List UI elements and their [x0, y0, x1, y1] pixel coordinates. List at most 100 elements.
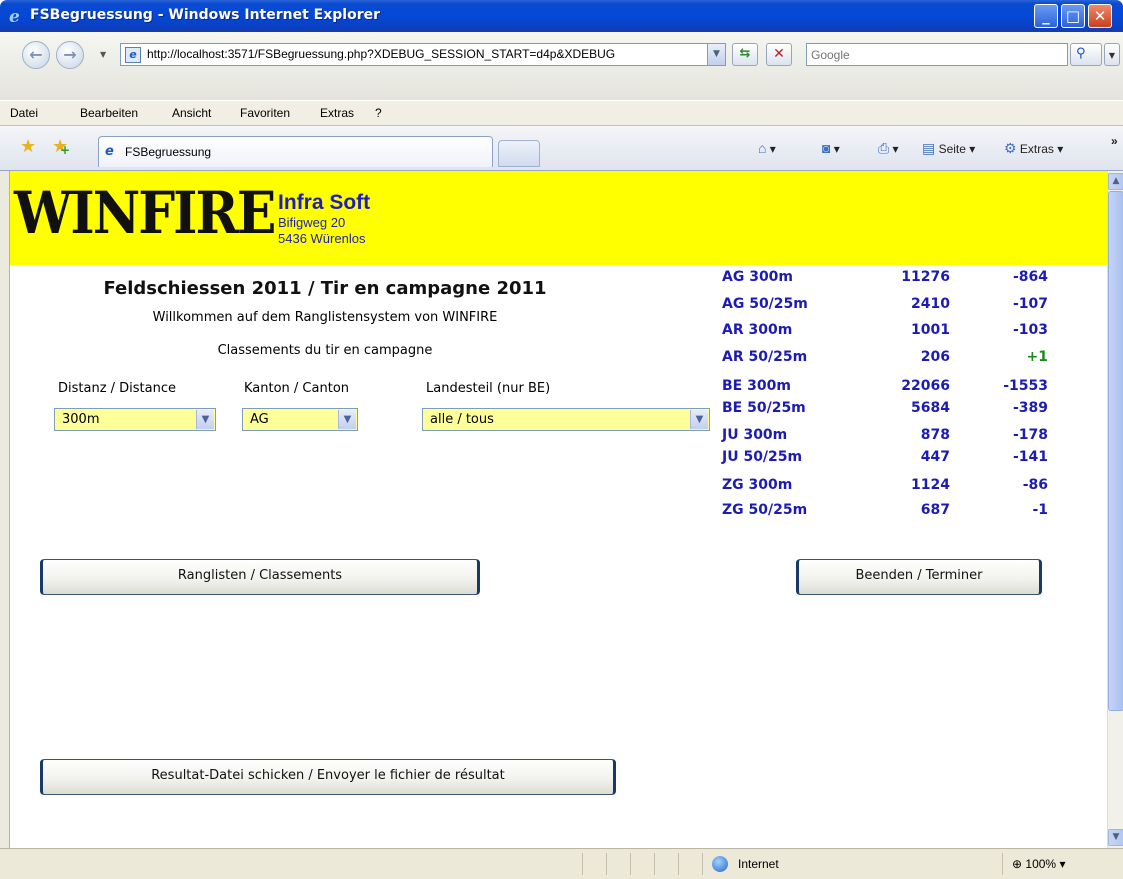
home-icon: ⌂ [758, 140, 767, 156]
status-separator [654, 853, 655, 875]
send-results-button-label: Resultat-Datei schicken / Envoyer le fic… [151, 768, 505, 783]
close-button[interactable]: ✕ [1088, 4, 1112, 28]
page-icon: ▤ [922, 140, 936, 156]
print-button[interactable]: ⎙ ▾ [878, 140, 899, 157]
stat-row: JU 50/25m 447 -141 [722, 449, 1048, 465]
chevron-down-icon[interactable]: ▼ [196, 410, 214, 429]
exit-button-label: Beenden / Terminer [855, 568, 983, 583]
vertical-scrollbar[interactable]: ▲ ▼ [1107, 171, 1123, 848]
url-field[interactable]: e http://localhost:3571/FSBegruessung.ph… [120, 43, 726, 66]
minimize-button[interactable]: _ [1034, 4, 1058, 28]
send-results-button[interactable]: Resultat-Datei schicken / Envoyer le fic… [40, 759, 616, 795]
close-icon: ✕ [1093, 7, 1107, 25]
stat-row: AR 300m 1001 -103 [722, 322, 1048, 338]
internet-explorer-icon: e [8, 7, 26, 27]
stat-row: BE 50/25m 5684 -389 [722, 400, 1048, 416]
page-menu-button[interactable]: ▤ Seite ▾ [922, 140, 975, 157]
rss-feed-icon: ◙ [822, 140, 831, 156]
distance-value: 300m [62, 412, 100, 427]
company-city: 5436 Würenlos [278, 231, 366, 246]
menu-bar: Datei Bearbeiten Ansicht Favoriten Extra… [0, 100, 1123, 126]
distance-label: Distanz / Distance [58, 381, 177, 396]
menu-tools[interactable]: Extras [320, 106, 354, 120]
zoom-level[interactable]: ⊕ 100% ▾ [1012, 857, 1065, 871]
menu-favorites[interactable]: Favoriten [240, 106, 290, 120]
stat-row: BE 300m 22066 -1553 [722, 378, 1048, 394]
scroll-thumb[interactable] [1108, 191, 1123, 711]
search-field[interactable] [806, 43, 1068, 66]
menu-help[interactable]: ? [375, 106, 382, 120]
canton-value: AG [250, 412, 269, 427]
rankings-subtitle: Classements du tir en campagne [217, 343, 433, 358]
search-input[interactable] [811, 46, 1061, 63]
chevron-down-icon[interactable]: ▼ [338, 410, 356, 429]
svg-text:e: e [9, 7, 20, 25]
region-value: alle / tous [430, 412, 494, 427]
distance-select[interactable]: 300m ▼ [54, 408, 216, 431]
stat-row: ZG 300m 1124 -86 [722, 477, 1048, 493]
stat-row: AR 50/25m 206 +1 [722, 349, 1048, 365]
company-name: Infra Soft [278, 191, 371, 214]
page-title: Feldschiessen 2011 / Tir en campagne 201… [103, 278, 547, 299]
zoom-icon: ⊕ [1012, 857, 1023, 871]
stat-row: AG 50/25m 2410 -107 [722, 296, 1048, 312]
search-button[interactable]: ⚲ [1070, 43, 1102, 66]
search-icon: ⚲ [1076, 46, 1086, 61]
favorites-star-icon[interactable]: ★ [20, 136, 36, 157]
history-dropdown-icon[interactable]: ▼ [100, 50, 106, 59]
scroll-down-icon[interactable]: ▼ [1108, 829, 1123, 846]
maximize-button[interactable]: □ [1061, 4, 1085, 28]
menu-file[interactable]: Datei [10, 106, 38, 120]
tab-bar: ★ ★ + e FSBegruessung ⌂ ▾ ◙ ▾ ⎙ ▾ ▤ Seite… [0, 126, 1123, 171]
rankings-button-label: Ranglisten / Classements [177, 568, 343, 583]
status-separator [1002, 853, 1003, 875]
canton-label: Kanton / Canton [244, 381, 350, 396]
status-bar: Internet ⊕ 100% ▾ [0, 848, 1123, 879]
url-dropdown-icon[interactable]: ▼ [707, 44, 725, 65]
page-viewport: WINFIRE Infra Soft Bifigweg 20 5436 Würe… [10, 171, 1107, 848]
stat-row: JU 300m 878 -178 [722, 427, 1048, 443]
chevron-more-icon[interactable]: » [1111, 134, 1118, 148]
window-titlebar: e FSBegruessung - Windows Internet Explo… [0, 0, 1123, 32]
status-separator [582, 853, 583, 875]
url-text[interactable]: http://localhost:3571/FSBegruessung.php?… [147, 47, 707, 61]
new-tab-button[interactable] [498, 140, 540, 167]
chevron-down-icon[interactable]: ▼ [690, 410, 708, 429]
window-title: FSBegruessung - Windows Internet Explore… [30, 7, 380, 23]
printer-icon: ⎙ [878, 140, 890, 156]
back-button[interactable]: ← [22, 41, 50, 69]
banner: WINFIRE Infra Soft Bifigweg 20 5436 Würe… [10, 171, 1107, 265]
status-separator [630, 853, 631, 875]
rankings-button[interactable]: Ranglisten / Classements [40, 559, 480, 595]
status-separator [606, 853, 607, 875]
tools-menu-button[interactable]: ⚙ Extras ▾ [1004, 140, 1063, 157]
scroll-up-icon[interactable]: ▲ [1108, 173, 1123, 190]
globe-icon [712, 856, 728, 872]
search-options-dropdown[interactable]: ▼ [1104, 43, 1120, 66]
region-select[interactable]: alle / tous ▼ [422, 408, 710, 431]
exit-button[interactable]: Beenden / Terminer [796, 559, 1042, 595]
forward-arrow-icon: → [63, 45, 77, 64]
forward-button[interactable]: → [56, 41, 84, 69]
maximize-icon: □ [1065, 7, 1081, 25]
menu-view[interactable]: Ansicht [172, 106, 211, 120]
gear-icon: ⚙ [1004, 140, 1017, 156]
tab-fsbegruessung[interactable]: e FSBegruessung [98, 136, 493, 167]
region-label: Landesteil (nur BE) [426, 381, 551, 396]
back-arrow-icon: ← [29, 45, 43, 64]
stop-button[interactable]: ✕ [766, 43, 792, 66]
minimize-icon: _ [1042, 7, 1050, 25]
welcome-text: Willkommen auf dem Ranglistensystem von … [152, 310, 498, 325]
winfire-logo: WINFIRE [14, 179, 276, 248]
refresh-button[interactable]: ⇆ [732, 43, 758, 66]
security-zone: Internet [738, 857, 779, 871]
home-button[interactable]: ⌂ ▾ [758, 140, 776, 156]
feeds-button[interactable]: ◙ ▾ [822, 140, 840, 156]
stat-row: ZG 50/25m 687 -1 [722, 502, 1048, 518]
canton-select[interactable]: AG ▼ [242, 408, 358, 431]
add-favorites-icon[interactable]: ★ + [52, 136, 70, 157]
company-street: Bifigweg 20 [278, 215, 346, 230]
address-bar-area: ← → ▼ e http://localhost:3571/FSBegruess… [0, 32, 1123, 100]
page-icon: e [125, 47, 141, 63]
menu-edit[interactable]: Bearbeiten [80, 106, 138, 120]
